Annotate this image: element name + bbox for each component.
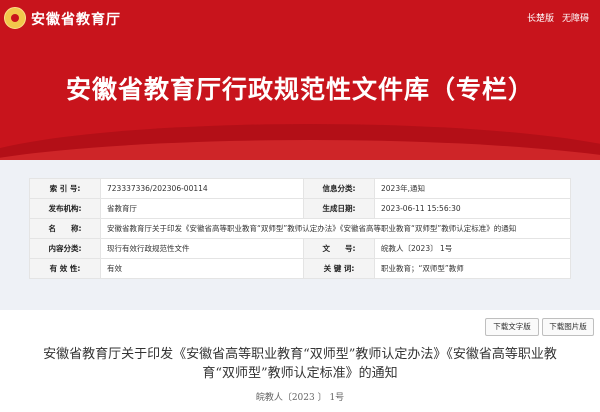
keywords-label: 关 键 词: <box>303 258 375 279</box>
document-title: 安徽省教育厅关于印发《安徽省高等职业教育“双师型”教师认定办法》《安徽省高等职业… <box>43 347 557 381</box>
table-row: 索 引 号: 723337336/202306-00114 信息分类: 2023… <box>29 178 571 199</box>
site-name[interactable]: 安徽省教育厅 <box>31 9 121 29</box>
table-row: 有 效 性: 有效 关 键 词: 职业教育；“双师型”教师 <box>29 258 571 279</box>
national-emblem-icon <box>4 7 26 29</box>
table-row: 发布机构: 省教育厅 生成日期: 2023-06-11 15:56:30 <box>29 198 571 219</box>
elderly-version-link[interactable]: 长楚版 <box>527 11 554 24</box>
publisher-value: 省教育厅 <box>100 198 304 219</box>
validity-label: 有 效 性: <box>29 258 101 279</box>
index-number-label: 索 引 号: <box>29 178 101 199</box>
accessibility-link[interactable]: 无障碍 <box>562 11 589 24</box>
document-number: 皖教人〔2023 〕 1号 <box>255 393 345 403</box>
top-bar: 安徽省教育厅 长楚版 无障碍 <box>0 0 600 36</box>
content-category-value: 现行有效行政规范性文件 <box>100 238 304 259</box>
banner-title: 安徽省教育厅行政规范性文件库（专栏） <box>65 75 534 104</box>
info-category-value: 2023年,通知 <box>374 178 571 199</box>
generated-date-label: 生成日期: <box>303 198 375 219</box>
table-row: 内容分类: 现行有效行政规范性文件 文 号: 皖教人〔2023〕 1号 <box>29 238 571 259</box>
download-text-version-button[interactable]: 下载文字版 <box>485 318 539 336</box>
publisher-label: 发布机构: <box>29 198 101 219</box>
hero-banner: 安徽省教育厅行政规范性文件库（专栏） <box>0 36 600 160</box>
content-category-label: 内容分类: <box>29 238 101 259</box>
validity-value: 有效 <box>100 258 304 279</box>
generated-date-value: 2023-06-11 15:56:30 <box>374 198 571 219</box>
index-number-value: 723337336/202306-00114 <box>100 178 304 199</box>
document-name-label: 名 称: <box>29 218 101 239</box>
table-row: 名 称: 安徽省教育厅关于印发《安徽省高等职业教育“双师型”教师认定办法》《安徽… <box>29 218 571 239</box>
document-metadata-table: 索 引 号: 723337336/202306-00114 信息分类: 2023… <box>29 178 571 279</box>
keywords-value: 职业教育；“双师型”教师 <box>374 258 571 279</box>
document-name-value: 安徽省教育厅关于印发《安徽省高等职业教育“双师型”教师认定办法》《安徽省高等职业… <box>100 218 571 239</box>
document-number-label: 文 号: <box>303 238 375 259</box>
download-image-version-button[interactable]: 下载图片版 <box>542 318 594 336</box>
info-category-label: 信息分类: <box>303 178 375 199</box>
document-number-value: 皖教人〔2023〕 1号 <box>374 238 571 259</box>
